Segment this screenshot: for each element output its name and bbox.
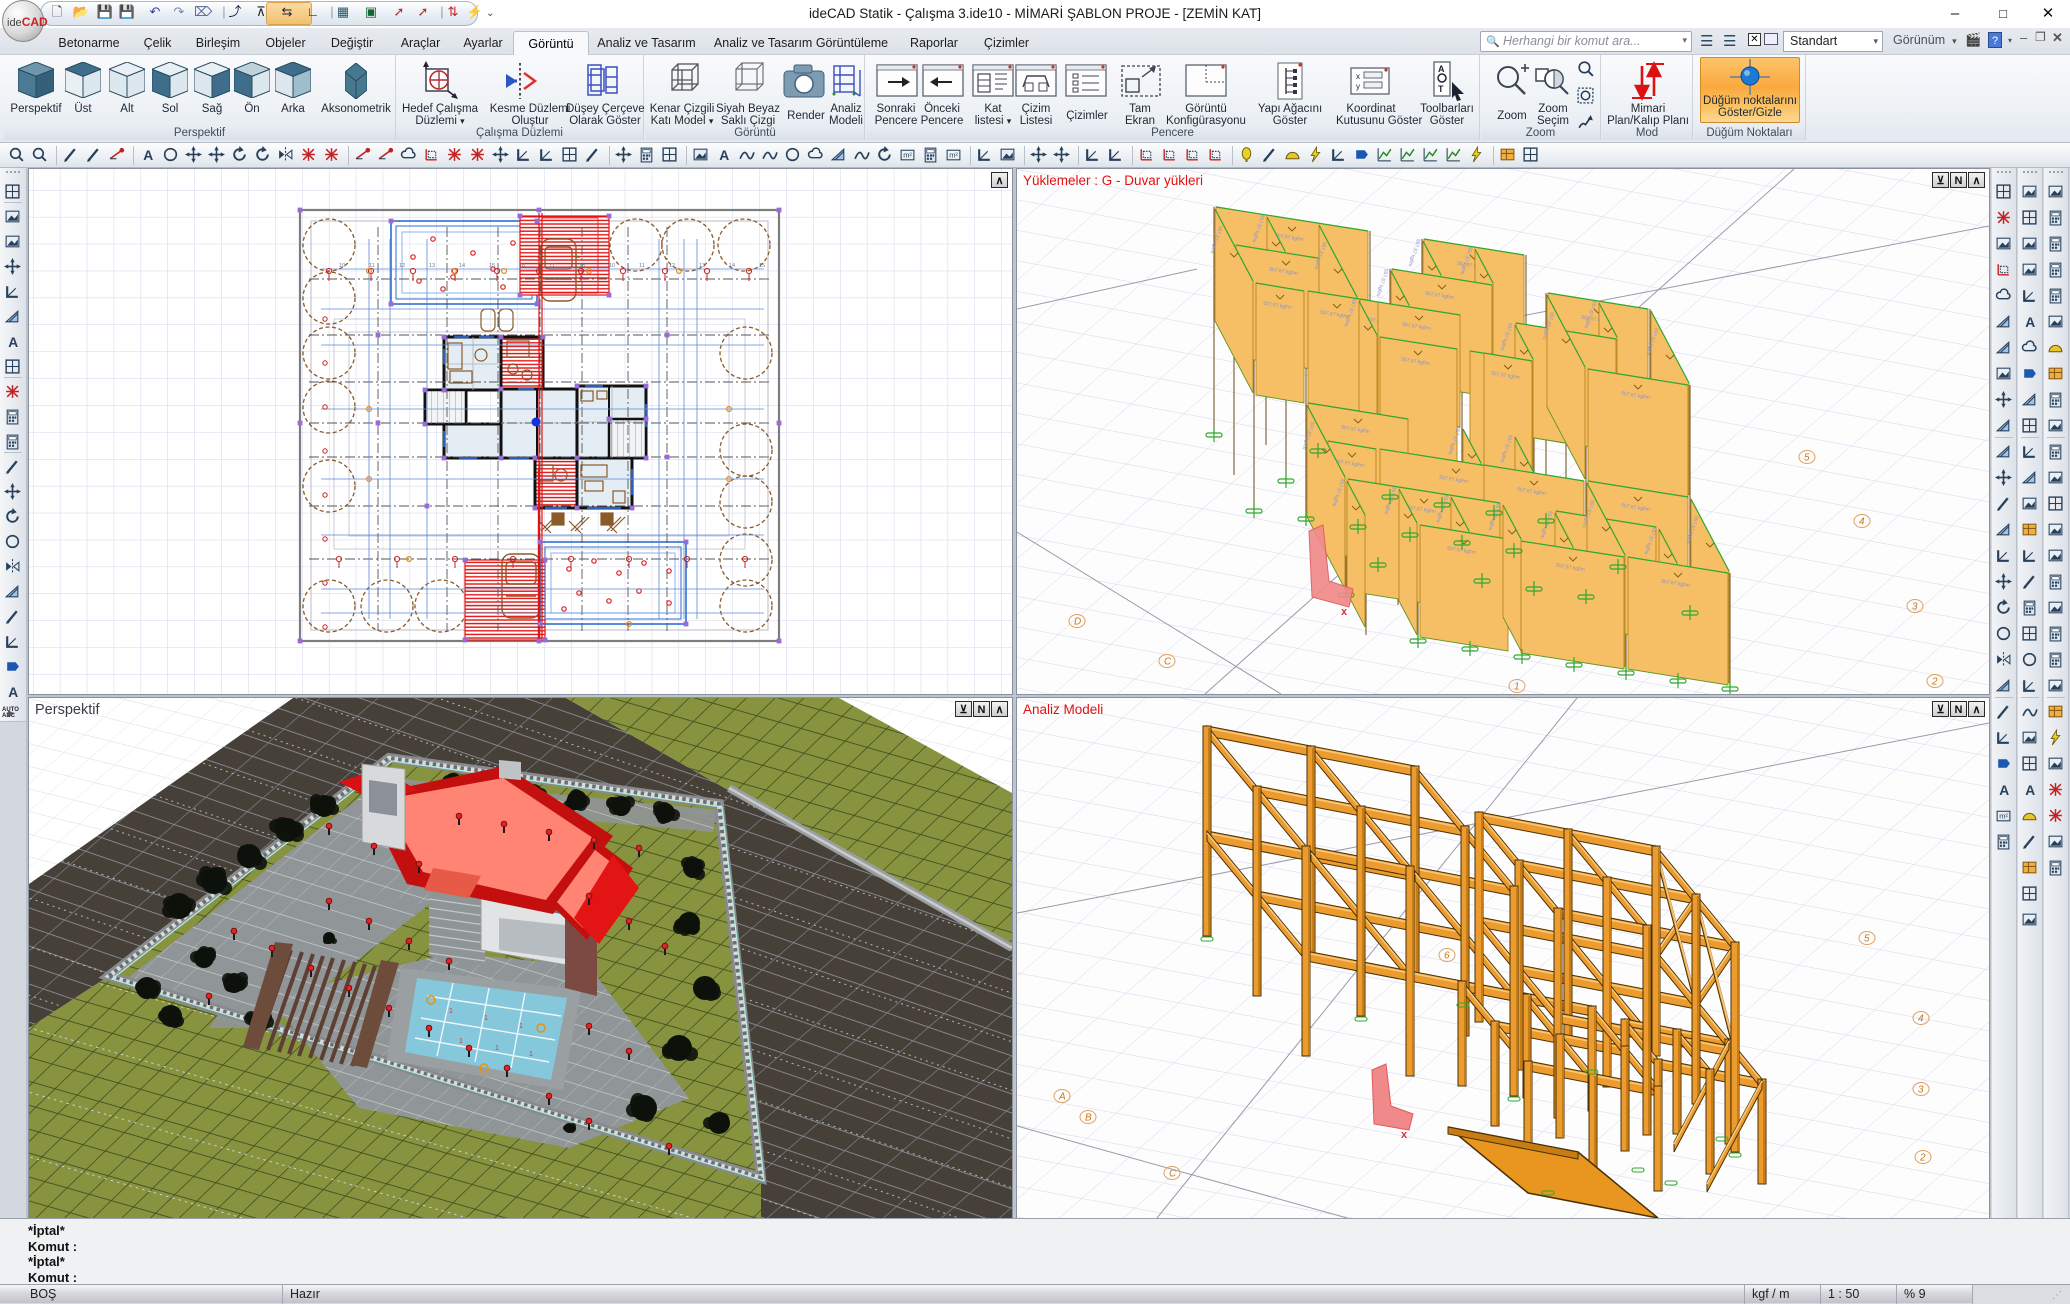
svg-text:5: 5 <box>1864 934 1870 945</box>
svg-text:3: 3 <box>1918 1085 1924 1096</box>
svg-text:m²: m² <box>903 151 912 160</box>
svg-text:17: 17 <box>549 263 555 269</box>
svg-text:A: A <box>1058 1092 1066 1103</box>
svg-text:16: 16 <box>519 263 525 269</box>
svg-text:1: 1 <box>529 1051 533 1058</box>
svg-text:18: 18 <box>579 263 585 269</box>
svg-text:15: 15 <box>759 263 765 269</box>
svg-text:1: 1 <box>459 1038 463 1045</box>
svg-text:A: A <box>719 147 729 163</box>
svg-text:11: 11 <box>369 263 375 269</box>
svg-text:4: 4 <box>1918 1014 1924 1025</box>
svg-text:10: 10 <box>339 263 345 269</box>
svg-text:A: A <box>1999 782 2009 798</box>
svg-text:13: 13 <box>429 263 435 269</box>
svg-text:3: 3 <box>1912 602 1918 613</box>
svg-text:1: 1 <box>519 1023 523 1030</box>
svg-text:A: A <box>8 684 18 700</box>
svg-text:m²: m² <box>949 151 958 160</box>
svg-text:A: A <box>2025 314 2035 330</box>
svg-text:6: 6 <box>1444 951 1450 962</box>
svg-text:1: 1 <box>449 1008 453 1015</box>
svg-text:A: A <box>1438 64 1445 74</box>
svg-text:C: C <box>1164 657 1172 668</box>
svg-text:12: 12 <box>669 263 675 269</box>
svg-text:11: 11 <box>639 263 645 269</box>
svg-text:13: 13 <box>699 263 705 269</box>
svg-text:14: 14 <box>729 263 735 269</box>
svg-text:m²: m² <box>1999 812 2008 821</box>
svg-text:2: 2 <box>1931 677 1938 688</box>
svg-text:C: C <box>1169 1169 1177 1180</box>
svg-text:x: x <box>1401 1129 1408 1141</box>
svg-text:15: 15 <box>489 263 495 269</box>
svg-text:D: D <box>1074 617 1081 628</box>
svg-text:A: A <box>143 147 153 163</box>
svg-text:y: y <box>1356 82 1360 91</box>
svg-text:12: 12 <box>399 263 405 269</box>
svg-text:A: A <box>8 334 18 350</box>
svg-text:T: T <box>1438 84 1444 94</box>
svg-text:2: 2 <box>1919 1153 1926 1164</box>
svg-text:5: 5 <box>1804 453 1810 464</box>
svg-text:A: A <box>2025 782 2035 798</box>
svg-text:4: 4 <box>1859 517 1865 528</box>
svg-text:10: 10 <box>609 263 615 269</box>
svg-text:1: 1 <box>1514 682 1520 693</box>
svg-text:x: x <box>1356 72 1360 81</box>
svg-text:14: 14 <box>459 263 465 269</box>
svg-text:1: 1 <box>495 1045 499 1052</box>
svg-text:x: x <box>1341 606 1348 618</box>
svg-text:1: 1 <box>484 1015 488 1022</box>
svg-text:B: B <box>1085 1113 1092 1124</box>
